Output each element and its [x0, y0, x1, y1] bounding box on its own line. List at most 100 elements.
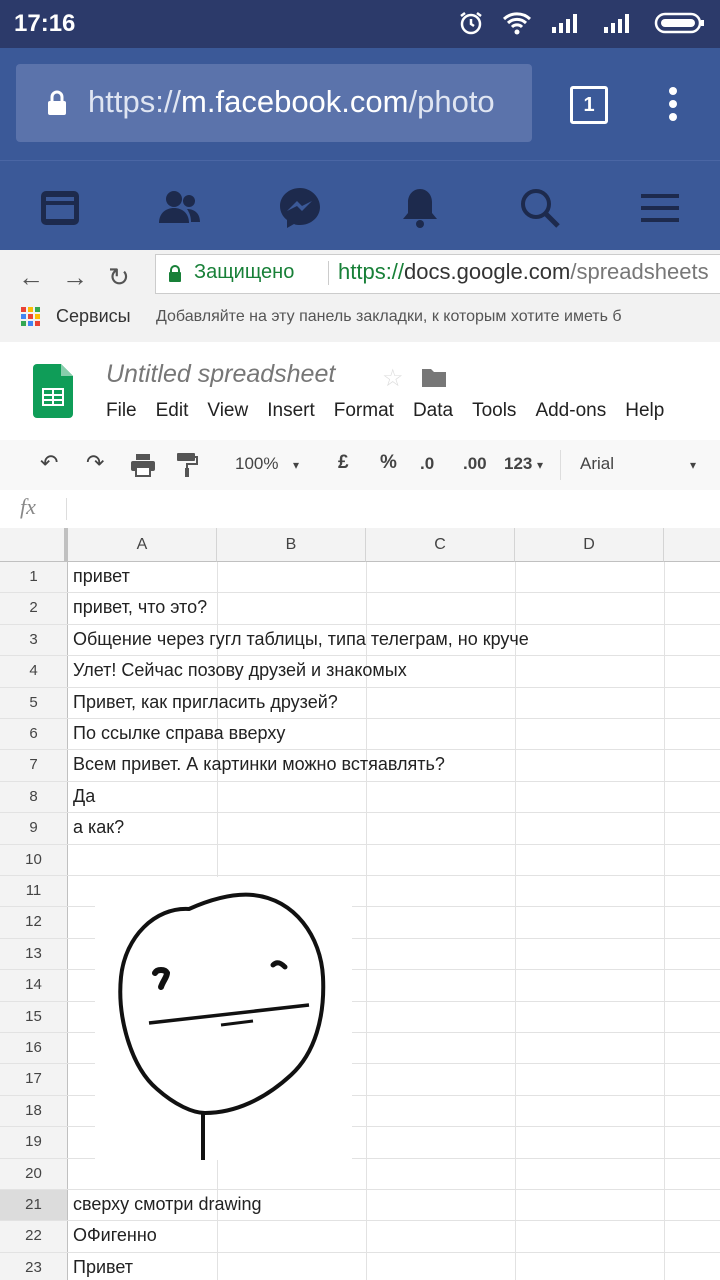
tab-switcher-button[interactable]: 1 [570, 86, 608, 124]
cell-a[interactable]: Всем привет. А картинки можно встяавлять… [73, 754, 445, 775]
row-header[interactable]: 21 [0, 1190, 68, 1221]
document-title[interactable]: Untitled spreadsheet [106, 360, 335, 389]
column-header-a[interactable]: A [68, 528, 217, 562]
row-header[interactable]: 9 [0, 813, 68, 844]
row-header[interactable]: 4 [0, 656, 68, 687]
print-icon[interactable] [130, 453, 156, 477]
gridline [664, 1001, 665, 1032]
cell-a[interactable]: а как? [73, 817, 124, 838]
menu-view[interactable]: View [207, 400, 248, 422]
omnibox[interactable]: Защищено https://docs.google.com/spreads… [155, 254, 720, 294]
cell-a[interactable]: Привет, как пригласить друзей? [73, 692, 338, 713]
font-dropdown-icon[interactable]: ▾ [690, 458, 696, 472]
gridline [664, 1158, 665, 1189]
gridline [366, 938, 367, 970]
more-formats-button[interactable]: 123 [504, 454, 532, 474]
row-header[interactable]: 12 [0, 907, 68, 938]
gridline [664, 1064, 665, 1095]
omnibox-url-prefix: https:// [338, 259, 405, 284]
bookmark-apps-label[interactable]: Сервисы [56, 306, 131, 327]
formula-input[interactable] [70, 490, 720, 528]
news-feed-icon[interactable] [37, 185, 83, 231]
gridline [366, 1252, 367, 1280]
gridline [664, 624, 665, 656]
menu-help[interactable]: Help [625, 400, 664, 422]
gridline [217, 1252, 218, 1280]
friends-icon[interactable] [157, 185, 203, 231]
currency-format-button[interactable]: £ [338, 452, 349, 474]
font-select[interactable]: Arial [580, 454, 614, 474]
menu-addons[interactable]: Add-ons [535, 400, 606, 422]
gridline [515, 1033, 516, 1064]
row-header[interactable]: 10 [0, 844, 68, 875]
cell-a[interactable]: Привет [73, 1257, 133, 1278]
undo-icon[interactable]: ↶ [40, 450, 58, 476]
column-header-e[interactable] [664, 528, 720, 562]
back-icon[interactable]: ← [18, 262, 44, 293]
menu-edit[interactable]: Edit [156, 400, 189, 422]
more-options-icon[interactable] [665, 86, 681, 122]
decrease-decimal-button[interactable]: .0 [420, 454, 434, 474]
row-header[interactable]: 6 [0, 719, 68, 750]
sheets-logo-icon[interactable] [33, 364, 73, 418]
zoom-select[interactable]: 100% [235, 454, 278, 474]
paint-format-icon[interactable] [176, 452, 198, 478]
forward-icon[interactable]: → [62, 262, 88, 293]
menu-tools[interactable]: Tools [472, 400, 516, 422]
corner-cell[interactable] [0, 528, 68, 562]
table-row: 4 Улет! Сейчас позову друзей и знакомых [0, 656, 720, 688]
redo-icon[interactable]: ↷ [86, 450, 104, 476]
menu-icon[interactable] [637, 185, 683, 231]
cell-a[interactable]: ОФигенно [73, 1225, 157, 1246]
poker-face-drawing[interactable] [95, 877, 352, 1160]
apps-grid-icon[interactable] [20, 306, 42, 328]
percent-format-button[interactable]: % [380, 452, 397, 474]
row-header[interactable]: 14 [0, 970, 68, 1001]
omnibox-url-host: docs.google.com [404, 259, 571, 284]
row-header[interactable]: 20 [0, 1158, 68, 1189]
table-row: 10 [0, 844, 720, 876]
cell-a[interactable]: привет [73, 566, 130, 587]
column-header-c[interactable]: C [366, 528, 515, 562]
notifications-icon[interactable] [397, 185, 443, 231]
row-header[interactable]: 17 [0, 1064, 68, 1095]
cell-a[interactable]: По ссылке справа вверху [73, 723, 285, 744]
row-header[interactable]: 23 [0, 1252, 68, 1280]
cell-a[interactable]: привет, что это? [73, 597, 207, 618]
cell-a[interactable]: сверху смотри drawing [73, 1194, 262, 1215]
row-header[interactable]: 13 [0, 938, 68, 970]
omnibox-separator [328, 261, 329, 285]
menu-data[interactable]: Data [413, 400, 453, 422]
row-header[interactable]: 7 [0, 750, 68, 781]
folder-icon[interactable] [421, 366, 447, 388]
row-header[interactable]: 1 [0, 562, 68, 593]
row-header[interactable]: 5 [0, 687, 68, 718]
gridline [515, 750, 516, 781]
messenger-icon[interactable] [277, 185, 323, 231]
cell-a[interactable]: Общение через гугл таблицы, типа телегра… [73, 629, 529, 650]
reload-icon[interactable]: ↻ [108, 262, 130, 293]
row-header[interactable]: 19 [0, 1127, 68, 1158]
increase-decimal-button[interactable]: .00 [463, 454, 487, 474]
column-header-d[interactable]: D [515, 528, 664, 562]
row-header[interactable]: 2 [0, 593, 68, 624]
row-header[interactable]: 15 [0, 1001, 68, 1032]
menu-insert[interactable]: Insert [267, 400, 315, 422]
cell-a[interactable]: Улет! Сейчас позову друзей и знакомых [73, 660, 407, 681]
column-header-b[interactable]: B [217, 528, 366, 562]
row-header[interactable]: 22 [0, 1221, 68, 1252]
row-header[interactable]: 16 [0, 1033, 68, 1064]
bookmarks-hint: Добавляйте на эту панель закладки, к кот… [156, 308, 622, 325]
row-header[interactable]: 11 [0, 876, 68, 907]
row-header[interactable]: 3 [0, 624, 68, 656]
row-header[interactable]: 8 [0, 781, 68, 813]
address-bar[interactable]: https://m.facebook.com/photo [16, 64, 532, 142]
star-icon[interactable]: ☆ [382, 364, 404, 393]
zoom-dropdown-icon[interactable]: ▾ [293, 458, 299, 472]
more-formats-dropdown-icon[interactable]: ▾ [537, 458, 543, 472]
menu-file[interactable]: File [106, 400, 137, 422]
menu-format[interactable]: Format [334, 400, 394, 422]
row-header[interactable]: 18 [0, 1095, 68, 1127]
cell-a[interactable]: Да [73, 786, 95, 807]
search-icon[interactable] [517, 185, 563, 231]
